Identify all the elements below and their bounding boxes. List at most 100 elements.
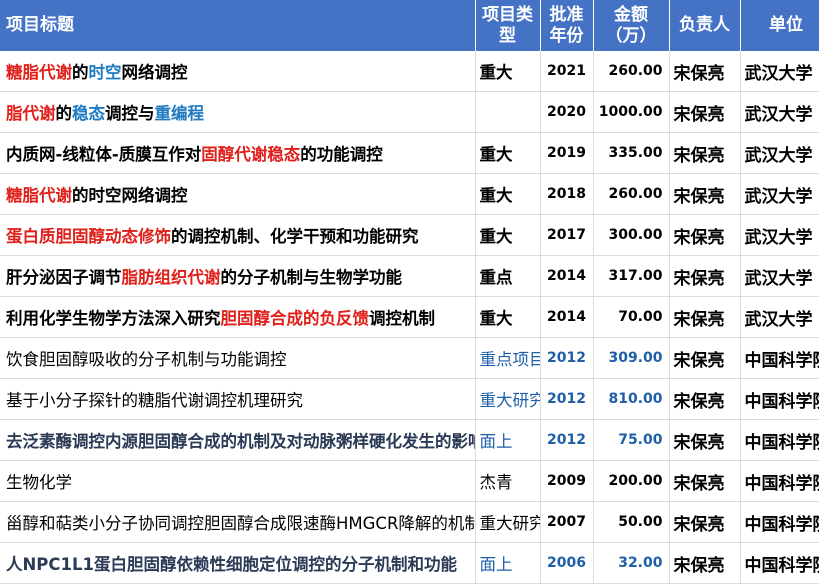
cell-person[interactable]: 宋保亮	[669, 214, 741, 256]
cell-year[interactable]: 2017	[540, 214, 594, 256]
cell-amount[interactable]: 200.00	[593, 460, 670, 502]
title-segment: 的时空网络调控	[72, 186, 188, 205]
cell-unit[interactable]: 武汉大学	[740, 51, 819, 92]
cell-unit[interactable]: 武汉大学	[740, 132, 819, 174]
cell-person[interactable]: 宋保亮	[669, 378, 741, 420]
cell-year[interactable]: 2012	[540, 378, 594, 420]
cell-amount[interactable]: 309.00	[593, 337, 670, 379]
cell-person[interactable]: 宋保亮	[669, 337, 741, 379]
cell-person[interactable]: 宋保亮	[669, 173, 741, 215]
cell-person[interactable]: 宋保亮	[669, 91, 741, 133]
title-segment: 调控机制	[369, 309, 435, 328]
cell-title[interactable]: 生物化学	[0, 460, 476, 502]
cell-person[interactable]: 宋保亮	[669, 419, 741, 461]
cell-year[interactable]: 2006	[540, 542, 594, 584]
cell-type[interactable]: 重点	[475, 255, 541, 297]
cell-type[interactable]: 重大	[475, 296, 541, 338]
title-segment: 网络调控	[121, 63, 188, 82]
cell-person[interactable]: 宋保亮	[669, 296, 741, 338]
header-title[interactable]: 项目标题	[0, 0, 476, 51]
header-type[interactable]: 项目类型	[475, 0, 541, 51]
cell-title[interactable]: 糖脂代谢的时空网络调控	[0, 51, 476, 92]
cell-unit[interactable]: 中国科学院	[740, 542, 819, 584]
table-row: 人NPC1L1蛋白胆固醇依赖性细胞定位调控的分子机制和功能 面上 2006 32.00…	[0, 542, 819, 584]
header-unit[interactable]: 单位	[740, 0, 819, 51]
cell-person[interactable]: 宋保亮	[669, 460, 741, 502]
cell-amount[interactable]: 32.00	[593, 542, 670, 584]
header-year-line2: 年份	[549, 25, 584, 46]
title-segment: 去泛素酶调控内源胆固醇合成的机制及对动脉粥样硬化发生的影响	[6, 432, 475, 451]
cell-unit[interactable]: 中国科学院	[740, 501, 819, 543]
header-year[interactable]: 批准 年份	[540, 0, 594, 51]
cell-type[interactable]: 重大	[475, 51, 541, 92]
cell-title[interactable]: 甾醇和萜类小分子协同调控胆固醇合成限速酶HMGCR降解的机制	[0, 501, 476, 543]
cell-unit[interactable]: 武汉大学	[740, 296, 819, 338]
cell-unit[interactable]: 中国科学院	[740, 419, 819, 461]
cell-type[interactable]: 面上	[475, 542, 541, 584]
cell-amount[interactable]: 75.00	[593, 419, 670, 461]
cell-amount[interactable]: 335.00	[593, 132, 670, 174]
header-person[interactable]: 负责人	[669, 0, 741, 51]
cell-type[interactable]: 面上	[475, 419, 541, 461]
cell-amount[interactable]: 50.00	[593, 501, 670, 543]
cell-title[interactable]: 糖脂代谢的时空网络调控	[0, 173, 476, 215]
cell-amount[interactable]: 300.00	[593, 214, 670, 256]
cell-amount[interactable]: 70.00	[593, 296, 670, 338]
cell-year[interactable]: 2014	[540, 255, 594, 297]
title-segment: 的功能调控	[300, 145, 383, 164]
title-segment: 脂代谢	[6, 104, 56, 123]
cell-type[interactable]	[475, 91, 541, 133]
cell-unit[interactable]: 中国科学院	[740, 378, 819, 420]
cell-type[interactable]: 重点项目	[475, 337, 541, 379]
header-type-line1: 项目类	[482, 4, 533, 25]
table-row: 内质网-线粒体-质膜互作对固醇代谢稳态的功能调控 重大 2019 335.00 宋保亮武…	[0, 132, 819, 174]
cell-year[interactable]: 2021	[540, 51, 594, 92]
cell-title[interactable]: 去泛素酶调控内源胆固醇合成的机制及对动脉粥样硬化发生的影响	[0, 419, 476, 461]
cell-title[interactable]: 利用化学生物学方法深入研究胆固醇合成的负反馈调控机制	[0, 296, 476, 338]
cell-year[interactable]: 2007	[540, 501, 594, 543]
cell-person[interactable]: 宋保亮	[669, 255, 741, 297]
cell-type[interactable]: 重大	[475, 173, 541, 215]
cell-amount[interactable]: 810.00	[593, 378, 670, 420]
cell-amount[interactable]: 260.00	[593, 51, 670, 92]
cell-title[interactable]: 蛋白质胆固醇动态修饰的调控机制、化学干预和功能研究	[0, 214, 476, 256]
cell-amount[interactable]: 1000.00	[593, 91, 670, 133]
cell-year[interactable]: 2012	[540, 337, 594, 379]
cell-title[interactable]: 基于小分子探针的糖脂代谢调控机理研究	[0, 378, 476, 420]
cell-year[interactable]: 2014	[540, 296, 594, 338]
cell-unit[interactable]: 武汉大学	[740, 255, 819, 297]
table-row: 蛋白质胆固醇动态修饰的调控机制、化学干预和功能研究 重大 2017 300.00 宋保亮…	[0, 214, 819, 256]
cell-year[interactable]: 2012	[540, 419, 594, 461]
cell-amount[interactable]: 260.00	[593, 173, 670, 215]
cell-title[interactable]: 饮食胆固醇吸收的分子机制与功能调控	[0, 337, 476, 379]
cell-person[interactable]: 宋保亮	[669, 51, 741, 92]
cell-unit[interactable]: 武汉大学	[740, 214, 819, 256]
cell-person[interactable]: 宋保亮	[669, 132, 741, 174]
title-segment: 的分子机制与生物学功能	[220, 268, 403, 287]
cell-type[interactable]: 重大	[475, 132, 541, 174]
cell-person[interactable]: 宋保亮	[669, 501, 741, 543]
cell-year[interactable]: 2009	[540, 460, 594, 502]
cell-title[interactable]: 肝分泌因子调节脂肪组织代谢的分子机制与生物学功能	[0, 255, 476, 297]
header-amount[interactable]: 金额 （万）	[593, 0, 670, 51]
title-segment: 甾醇和萜类小分子协同调控胆固醇合成限速酶HMGCR降解的机制	[6, 514, 475, 533]
cell-year[interactable]: 2020	[540, 91, 594, 133]
cell-unit[interactable]: 武汉大学	[740, 173, 819, 215]
cell-year[interactable]: 2019	[540, 132, 594, 174]
cell-type[interactable]: 重大研究	[475, 378, 541, 420]
grant-table: 项目标题 项目类型 批准 年份 金额 （万） 负责人 单位 糖脂代谢的时空网络调控重…	[0, 0, 819, 584]
cell-title[interactable]: 脂代谢的稳态调控与重编程	[0, 91, 476, 133]
cell-year[interactable]: 2018	[540, 173, 594, 215]
header-amount-line2: （万）	[605, 25, 657, 46]
cell-type[interactable]: 重大	[475, 214, 541, 256]
cell-person[interactable]: 宋保亮	[669, 542, 741, 584]
cell-title[interactable]: 人NPC1L1蛋白胆固醇依赖性细胞定位调控的分子机制和功能	[0, 542, 476, 584]
cell-unit[interactable]: 中国科学院	[740, 460, 819, 502]
cell-type[interactable]: 杰青	[475, 460, 541, 502]
cell-amount[interactable]: 317.00	[593, 255, 670, 297]
cell-type[interactable]: 重大研究	[475, 501, 541, 543]
header-amount-line1: 金额	[614, 4, 648, 25]
cell-unit[interactable]: 中国科学院	[740, 337, 819, 379]
cell-unit[interactable]: 武汉大学	[740, 91, 819, 133]
cell-title[interactable]: 内质网-线粒体-质膜互作对固醇代谢稳态的功能调控	[0, 132, 476, 174]
